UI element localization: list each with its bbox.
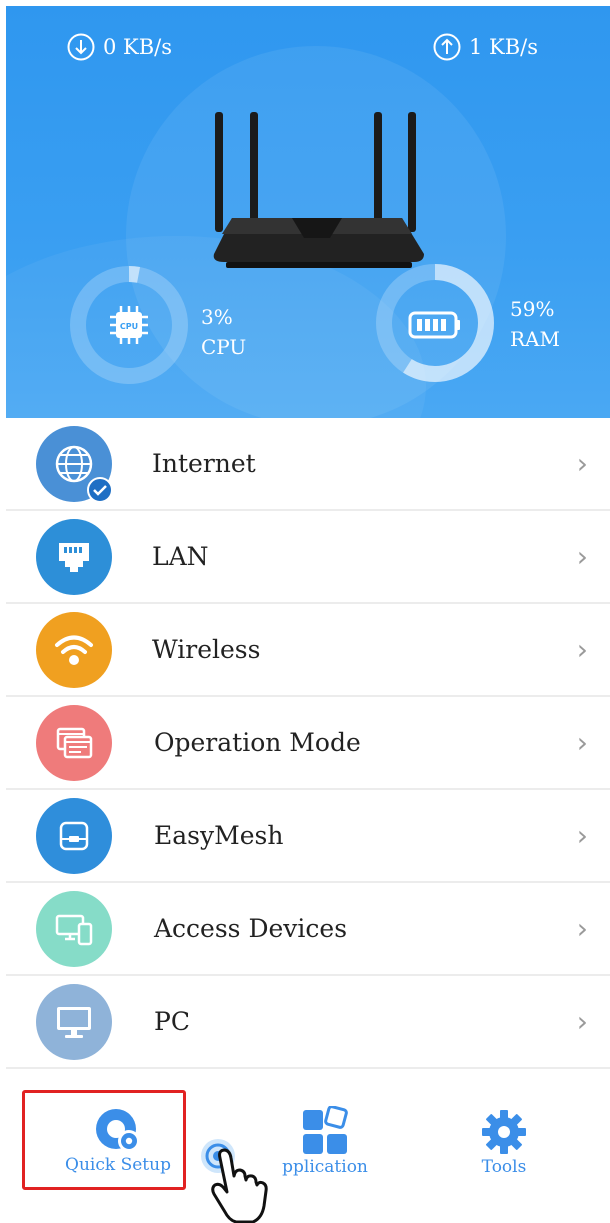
monitor-icon [36,983,112,1060]
tab-quick-setup[interactable]: Quick Setup [62,1104,174,1175]
tab-label: pplication [282,1157,368,1177]
chevron-right-icon: › [576,1005,588,1038]
menu-item-label: Wireless [152,635,261,664]
download-speed-value: 0 KB/s [103,35,173,59]
mesh-node-icon [36,797,112,874]
settings-menu: Internet › LAN › Wireless › Operation Mo… [6,418,610,1069]
menu-item-label: Internet [152,449,256,478]
menu-item-wireless[interactable]: Wireless › [6,604,610,697]
ram-memory-icon [408,311,460,339]
chevron-right-icon: › [576,447,588,480]
ram-label: RAM [510,327,560,351]
chevron-right-icon: › [576,726,588,759]
router-image [213,112,424,268]
upload-icon [433,33,461,61]
download-speed: 0 KB/s [66,32,172,62]
cpu-chip-icon: CPU [110,306,148,344]
menu-item-label: LAN [152,542,209,571]
globe-icon [36,425,113,503]
download-icon [67,33,95,61]
quick-setup-icon [96,1109,140,1152]
menu-item-label: EasyMesh [154,821,284,850]
hand-pointer-icon [201,1139,268,1223]
menu-item-operation-mode[interactable]: Operation Mode › [6,697,610,790]
chevron-right-icon: › [576,540,588,573]
tab-tools[interactable]: Tools [466,1106,542,1177]
tab-label: Tools [481,1157,527,1177]
menu-item-lan[interactable]: LAN › [6,511,610,604]
cpu-percent: 3% [201,305,233,329]
menu-item-label: PC [154,1007,190,1036]
menu-item-easymesh[interactable]: EasyMesh › [6,790,610,883]
menu-item-access-devices[interactable]: Access Devices › [6,883,610,976]
upload-speed-value: 1 KB/s [469,35,539,59]
check-badge-icon [87,476,113,503]
chevron-right-icon: › [576,633,588,666]
gear-icon [482,1110,526,1154]
status-panel: 0 KB/s 1 KB/s CPU 3% CPU 59% RAM [6,6,610,418]
menu-item-label: Operation Mode [154,728,361,757]
windows-stack-icon [36,704,112,781]
menu-item-internet[interactable]: Internet › [6,418,610,511]
application-grid-icon [303,1105,348,1154]
menu-item-pc[interactable]: PC › [6,976,610,1069]
cpu-usage: 3% CPU [201,302,246,362]
tab-application[interactable]: pplication [270,1105,380,1177]
upload-speed: 1 KB/s [432,32,538,62]
wifi-icon [36,611,112,688]
chevron-right-icon: › [576,912,588,945]
ram-percent: 59% [510,297,555,321]
svg-text:CPU: CPU [120,322,138,331]
bottom-tab-bar: Quick Setup pplication Tools [6,1080,610,1223]
ethernet-port-icon [36,518,112,595]
ram-usage: 59% RAM [510,294,560,354]
chevron-right-icon: › [576,819,588,852]
menu-item-label: Access Devices [154,914,348,943]
cpu-label: CPU [201,335,247,359]
tab-label: Quick Setup [65,1155,171,1175]
devices-icon [36,890,112,967]
